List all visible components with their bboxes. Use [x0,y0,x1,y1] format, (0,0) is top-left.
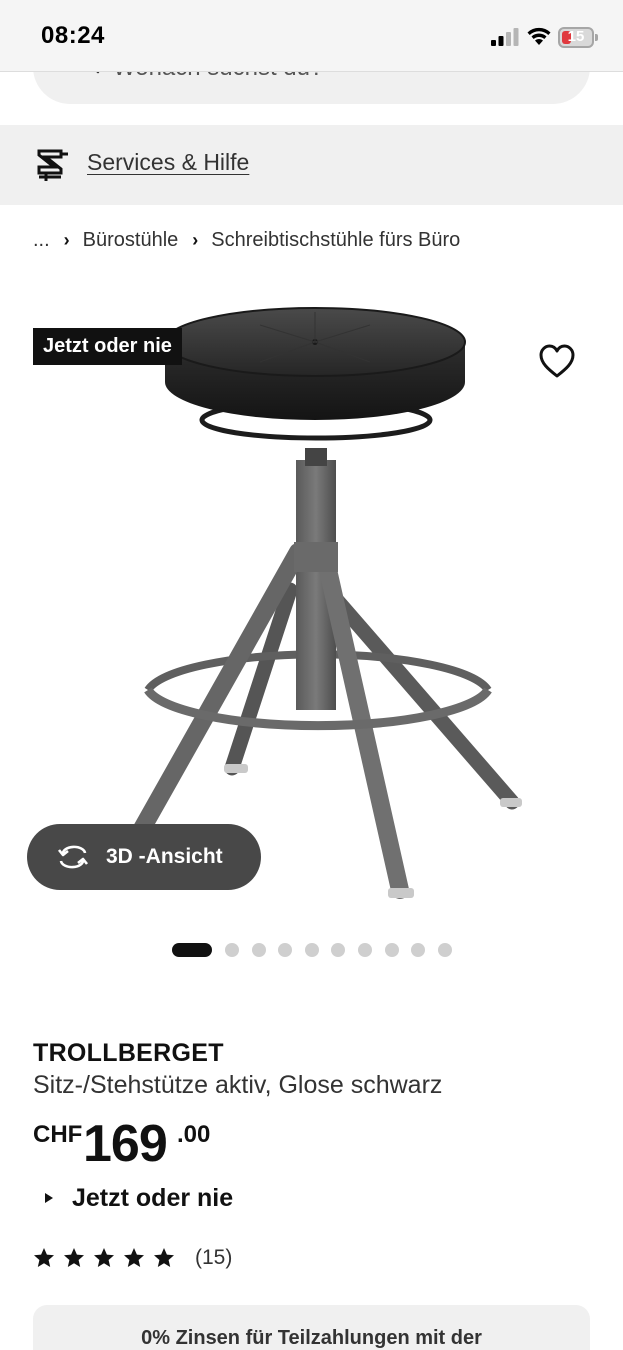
star-icon [124,1248,144,1267]
breadcrumb-item-ellipsis[interactable]: ... [33,229,50,252]
carousel-dot[interactable] [357,943,372,957]
breadcrumb-item-buerostuehle[interactable]: Bürostühle [83,229,179,252]
carousel-dot[interactable] [278,943,293,957]
carousel-dots [172,943,464,957]
battery-level: 15 [567,28,585,45]
heart-outline-icon[interactable] [538,343,576,379]
view-3d-button[interactable]: 3D -Ansicht [27,824,261,890]
deal-badge: Jetzt oder nie [33,328,182,365]
carousel-dot[interactable] [251,943,266,957]
price-integer: 169 [83,1115,168,1173]
star-icon [154,1248,174,1267]
star-icon [64,1248,84,1267]
carousel-dot[interactable] [304,943,319,957]
status-bar: 08:24 15 [0,0,623,72]
carousel-dot-active[interactable] [172,943,212,957]
carousel-dot[interactable] [225,943,239,957]
carousel-dot[interactable] [411,943,426,957]
rating-count: (15) [195,1246,233,1269]
rotate-arrows-icon [57,845,89,869]
carousel-dot[interactable] [384,943,399,957]
wifi-icon [527,27,551,45]
deal-label: Jetzt oder nie [72,1183,234,1212]
breadcrumb-item-schreibtischstuehle[interactable]: Schreibtischstühle fürs Büro [211,229,460,252]
breadcrumb: ... › Bürostühle › Schreibtischstühle fü… [33,226,460,254]
price-currency: CHF [33,1121,83,1148]
star-icon [34,1248,54,1267]
view-3d-label: 3D -Ansicht [106,845,223,868]
triangle-right-icon [45,1193,53,1203]
services-help-link[interactable]: Services & Hilfe [87,149,249,176]
cellular-signal-icon [491,28,519,46]
chevron-right-icon: › [63,229,70,250]
product-description: Sitz-/Stehstütze aktiv, Glose schwarz [33,1071,443,1099]
star-icon [94,1248,114,1267]
deal-disclosure[interactable]: Jetzt oder nie [45,1182,233,1214]
product-rating[interactable]: (15) [33,1244,232,1272]
carousel-dot[interactable] [437,943,452,957]
status-time: 08:24 [41,22,105,49]
financing-card[interactable]: 0% Zinsen für Teilzahlungen mit der [33,1305,590,1350]
services-bar: Services & Hilfe [0,125,623,205]
financing-text: 0% Zinsen für Teilzahlungen mit der [141,1327,482,1349]
battery-icon: 15 [558,27,598,48]
chevron-right-icon: › [192,229,199,250]
price-decimals: .00 [177,1121,211,1148]
carousel-dot[interactable] [331,943,346,957]
service-tools-icon [37,149,68,181]
product-name: TROLLBERGET [33,1039,224,1067]
